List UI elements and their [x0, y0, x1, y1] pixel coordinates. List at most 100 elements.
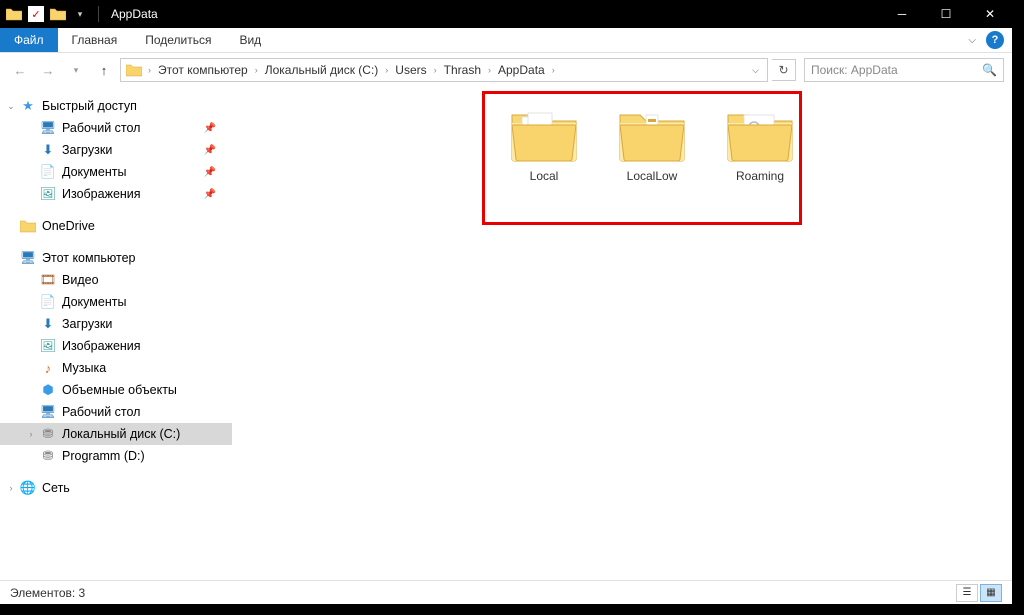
pin-icon: 📌	[204, 123, 216, 134]
documents-icon: 📄	[40, 164, 56, 180]
expand-icon[interactable]: ›	[6, 483, 16, 493]
pin-icon: 📌	[204, 167, 216, 178]
tab-view[interactable]: Вид	[225, 28, 275, 52]
nav-downloads-2[interactable]: ⬇Загрузки	[0, 313, 232, 335]
nav-this-pc[interactable]: 🖥Этот компьютер	[0, 247, 232, 269]
folder-name: LocalLow	[627, 169, 678, 183]
breadcrumb-item[interactable]: Этот компьютер	[156, 63, 250, 77]
search-placeholder: Поиск: AppData	[811, 63, 898, 77]
recent-dropdown[interactable]: ▾	[64, 58, 88, 82]
nav-documents[interactable]: 📄 Документы 📌	[0, 161, 232, 183]
folder-icon-2	[50, 6, 66, 22]
navigation-pane: ⌄ ★ Быстрый доступ 🖥Рабочий стол📌 ⬇Загру…	[0, 87, 232, 580]
address-row: ← → ▾ ↑ › Этот компьютер › Локальный дис…	[0, 53, 1012, 87]
breadcrumb-item[interactable]: AppData	[496, 63, 547, 77]
nav-drive-d[interactable]: ⛃Programm (D:)	[0, 445, 232, 467]
breadcrumb-item[interactable]: Thrash	[442, 63, 483, 77]
nav-label: Музыка	[62, 361, 106, 375]
close-button[interactable]: ✕	[968, 0, 1012, 28]
view-details-button[interactable]: ☰	[956, 584, 978, 602]
tab-share[interactable]: Поделиться	[131, 28, 225, 52]
folder-icon	[726, 107, 794, 163]
nav-label: Быстрый доступ	[42, 99, 137, 113]
window-title: AppData	[103, 7, 158, 21]
help-button[interactable]: ?	[986, 31, 1004, 49]
star-icon: ★	[20, 98, 36, 114]
nav-label: Загрузки	[62, 317, 112, 331]
up-button[interactable]: ↑	[92, 58, 116, 82]
refresh-button[interactable]: ↻	[772, 59, 796, 81]
nav-label: Объемные объекты	[62, 383, 177, 397]
status-text: Элементов: 3	[10, 586, 85, 600]
nav-documents-2[interactable]: 📄Документы	[0, 291, 232, 313]
nav-desktop[interactable]: 🖥 Рабочий стол 📌	[0, 117, 232, 139]
breadcrumb-item[interactable]: Локальный диск (C:)	[263, 63, 381, 77]
drive-icon: ⛃	[40, 426, 56, 442]
nav-label: Локальный диск (C:)	[62, 427, 180, 441]
nav-music[interactable]: ♪ Музыка	[0, 357, 232, 379]
downloads-icon: ⬇	[40, 142, 56, 158]
breadcrumb-item[interactable]: Users	[393, 63, 428, 77]
nav-desktop-2[interactable]: 🖥Рабочий стол	[0, 401, 232, 423]
forward-button[interactable]: →	[36, 58, 60, 82]
nav-downloads[interactable]: ⬇Загрузки📌	[0, 139, 232, 161]
network-icon: 🌐	[20, 480, 36, 496]
folder-item[interactable]: Local	[502, 107, 586, 183]
chevron-right-icon[interactable]: ›	[485, 65, 494, 75]
chevron-right-icon[interactable]: ›	[431, 65, 440, 75]
view-icons-button[interactable]: ▦	[980, 584, 1002, 602]
search-input[interactable]: Поиск: AppData 🔍	[804, 58, 1004, 82]
nav-label: Programm (D:)	[62, 449, 145, 463]
folder-item[interactable]: Roaming	[718, 107, 802, 183]
nav-label: OneDrive	[42, 219, 95, 233]
nav-pictures[interactable]: 🖼Изображения📌	[0, 183, 232, 205]
nav-drive-c[interactable]: › ⛃ Локальный диск (C:)	[0, 423, 232, 445]
nav-label: Изображения	[62, 339, 141, 353]
ribbon: Файл Главная Поделиться Вид ⌵ ?	[0, 28, 1012, 53]
desktop-icon: 🖥	[40, 404, 56, 420]
folder-name: Local	[530, 169, 559, 183]
address-dropdown-icon[interactable]: ⌵	[748, 65, 763, 76]
ribbon-expand-icon[interactable]: ⌵	[968, 35, 976, 46]
minimize-button[interactable]: ─	[880, 0, 924, 28]
status-bar: Элементов: 3 ☰ ▦	[0, 580, 1012, 604]
music-icon: ♪	[40, 360, 56, 376]
maximize-button[interactable]: ☐	[924, 0, 968, 28]
chevron-right-icon[interactable]: ›	[252, 65, 261, 75]
nav-label: Сеть	[42, 481, 70, 495]
nav-label: Документы	[62, 165, 126, 179]
desktop-icon: 🖥	[40, 120, 56, 136]
folder-name: Roaming	[736, 169, 784, 183]
expand-icon[interactable]: ⌄	[6, 101, 16, 112]
nav-label: Этот компьютер	[42, 251, 135, 265]
nav-pictures-2[interactable]: 🖼 Изображения	[0, 335, 232, 357]
pin-icon: 📌	[204, 145, 216, 156]
nav-label: Видео	[62, 273, 99, 287]
folder-icon	[125, 61, 143, 79]
tab-home[interactable]: Главная	[58, 28, 132, 52]
folder-icon	[618, 107, 686, 163]
content-pane[interactable]: Local LocalLow Roaming	[232, 87, 1012, 580]
folder-item[interactable]: LocalLow	[610, 107, 694, 183]
nav-videos[interactable]: 🎞Видео	[0, 269, 232, 291]
chevron-right-icon[interactable]: ›	[382, 65, 391, 75]
nav-quick-access[interactable]: ⌄ ★ Быстрый доступ	[0, 95, 232, 117]
body: ⌄ ★ Быстрый доступ 🖥Рабочий стол📌 ⬇Загру…	[0, 87, 1012, 580]
nav-network[interactable]: › 🌐 Сеть	[0, 477, 232, 499]
nav-label: Рабочий стол	[62, 121, 140, 135]
expand-icon[interactable]: ›	[26, 429, 36, 439]
title-bar: ✓ ▾ AppData ─ ☐ ✕	[0, 0, 1012, 28]
chevron-right-icon[interactable]: ›	[145, 65, 154, 75]
properties-icon[interactable]: ✓	[28, 6, 44, 22]
address-bar[interactable]: › Этот компьютер › Локальный диск (C:) ›…	[120, 58, 768, 82]
nav-3d[interactable]: ⬢Объемные объекты	[0, 379, 232, 401]
tab-file[interactable]: Файл	[0, 28, 58, 52]
nav-label: Изображения	[62, 187, 141, 201]
folder-icon	[510, 107, 578, 163]
chevron-right-icon[interactable]: ›	[549, 65, 558, 75]
pin-icon: 📌	[204, 189, 216, 200]
back-button[interactable]: ←	[8, 58, 32, 82]
pictures-icon: 🖼	[40, 338, 56, 354]
nav-onedrive[interactable]: OneDrive	[0, 215, 232, 237]
qat-dropdown-icon[interactable]: ▾	[72, 6, 88, 22]
